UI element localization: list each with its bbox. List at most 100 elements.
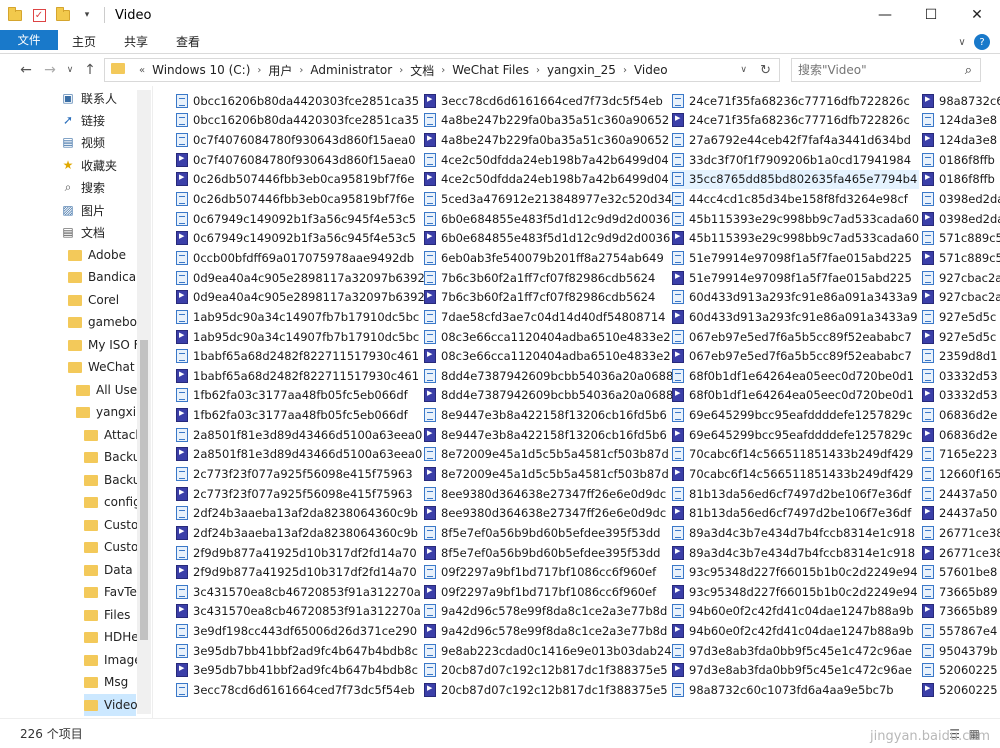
file-item[interactable]: 3c431570ea8cb46720853f91a312270a bbox=[174, 602, 425, 622]
file-item[interactable]: 89a3d4c3b7e434d7b4fccb8314e1c918 bbox=[670, 543, 919, 563]
file-item[interactable]: 9a42d96c578e99f8da8c1ce2a3e77b8d bbox=[422, 602, 673, 622]
file-item[interactable]: 98a8732c6 bbox=[920, 91, 1000, 111]
chevron-right-icon[interactable]: › bbox=[395, 65, 407, 76]
file-item[interactable]: 2c773f23f077a925f56098e415f75963 bbox=[174, 464, 425, 484]
search-box[interactable]: ⌕ bbox=[791, 58, 981, 82]
breadcrumb-wechat-files[interactable]: WeChat Files bbox=[449, 63, 532, 77]
minimize-button[interactable]: — bbox=[862, 0, 908, 30]
file-item[interactable]: 8ee9380d364638e27347ff26e6e0d9dc bbox=[422, 503, 673, 523]
file-item[interactable]: 927cbac2a bbox=[920, 287, 1000, 307]
file-item[interactable]: 927cbac2a bbox=[920, 268, 1000, 288]
file-item[interactable]: 3ecc78cd6d6161664ced7f73dc5f54eb bbox=[422, 91, 673, 111]
file-item[interactable]: 2f9d9b877a41925d10b317df2fd14a70 bbox=[174, 562, 425, 582]
file-item[interactable]: 24ce71f35fa68236c77716dfb722826c bbox=[670, 111, 919, 131]
nav-item-links[interactable]: ➚ 链接 bbox=[60, 109, 105, 131]
back-button[interactable]: ← bbox=[14, 58, 38, 82]
file-item[interactable]: 0c67949c149092b1f3a56c945f4e53c5 bbox=[174, 209, 425, 229]
breadcrumb-drive[interactable]: Windows 10 (C:) bbox=[149, 63, 253, 77]
file-item[interactable]: 26771ce38 bbox=[920, 523, 1000, 543]
breadcrumb-user[interactable]: yangxin_25 bbox=[544, 63, 619, 77]
chevron-right-icon[interactable]: › bbox=[532, 65, 544, 76]
file-item[interactable]: 8ee9380d364638e27347ff26e6e0d9dc bbox=[422, 484, 673, 504]
file-item[interactable]: 35cc8765dd85bd802635fa465e7794b4 bbox=[670, 169, 920, 190]
nav-item-folder[interactable]: gamebox bbox=[68, 311, 144, 333]
file-item[interactable]: 93c95348d227f66015b1b0c2d2249e94 bbox=[670, 562, 919, 582]
nav-item-folder[interactable]: Custor bbox=[84, 536, 143, 558]
file-item[interactable]: 3e95db7bb41bbf2ad9fc4b647b4bdb8c bbox=[174, 641, 425, 661]
file-item[interactable]: 70cabc6f14c566511851433b249df429 bbox=[670, 445, 919, 465]
nav-item-videos[interactable]: ▤ 视频 bbox=[60, 131, 105, 153]
file-item[interactable]: 1babf65a68d2482f822711517930c461 bbox=[174, 366, 425, 386]
nav-item-contacts[interactable]: ▣ 联系人 bbox=[60, 87, 117, 109]
nav-item-folder[interactable]: Custor bbox=[84, 514, 143, 536]
file-item[interactable]: 4ce2c50dfdda24eb198b7a42b6499d04 bbox=[422, 150, 673, 170]
file-item[interactable]: 8e9447e3b8a422158f13206cb16fd5b6 bbox=[422, 425, 673, 445]
file-item[interactable]: 9e8ab223cdad0c1416e9e013b03dab24 bbox=[422, 641, 673, 661]
file-item[interactable]: 69e645299bcc95eafddddefe1257829c bbox=[670, 425, 919, 445]
file-item[interactable]: 1fb62fa03c3177aa48fb05fc5eb066df bbox=[174, 386, 425, 406]
file-item[interactable]: 6eb0ab3fe540079b201ff8a2754ab649 bbox=[422, 248, 673, 268]
file-item[interactable]: 33dc3f70f1f7909206b1a0cd17941984 bbox=[670, 150, 919, 170]
file-item[interactable]: 0c26db507446fbb3eb0ca95819bf7f6e bbox=[174, 170, 425, 190]
file-item[interactable]: 73665b89 bbox=[920, 582, 1000, 602]
file-item[interactable]: 20cb87d07c192c12b817dc1f388375e5 bbox=[422, 680, 673, 700]
file-item[interactable]: 2a8501f81e3d89d43466d5100a63eea0 bbox=[174, 425, 425, 445]
nav-item-folder[interactable]: Image bbox=[84, 649, 142, 671]
nav-scrollbar-thumb[interactable] bbox=[140, 340, 148, 640]
file-item[interactable]: 08c3e66cca1120404adba6510e4833e2 bbox=[422, 327, 673, 347]
file-item[interactable]: 1babf65a68d2482f822711517930c461 bbox=[174, 346, 425, 366]
nav-item-folder[interactable]: Msg bbox=[84, 671, 128, 693]
file-item[interactable]: 6b0e684855e483f5d1d12c9d9d2d0036 bbox=[422, 209, 673, 229]
chevron-right-icon[interactable]: › bbox=[437, 65, 449, 76]
file-item[interactable]: 2359d8d1 bbox=[920, 346, 1000, 366]
nav-item-folder[interactable]: config bbox=[84, 491, 141, 513]
file-item[interactable]: 3c431570ea8cb46720853f91a312270a bbox=[174, 582, 425, 602]
file-item[interactable]: 51e79914e97098f1a5f7fae015abd225 bbox=[670, 268, 919, 288]
file-item[interactable]: 69e645299bcc95eafddddefe1257829c bbox=[670, 405, 919, 425]
file-item[interactable]: 44cc4cd1c85d34be158f8fd3264e98cf bbox=[670, 189, 919, 209]
file-item[interactable]: 557867e4 bbox=[920, 621, 1000, 641]
file-item[interactable]: 24ce71f35fa68236c77716dfb722826c bbox=[670, 91, 919, 111]
new-folder-icon[interactable] bbox=[54, 6, 72, 24]
file-item[interactable]: 0398ed2da bbox=[920, 209, 1000, 229]
file-item[interactable]: 2f9d9b877a41925d10b317df2fd14a70 bbox=[174, 543, 425, 563]
file-item[interactable]: 0c67949c149092b1f3a56c945f4e53c5 bbox=[174, 228, 425, 248]
file-item[interactable]: 06836d2e bbox=[920, 405, 1000, 425]
file-item[interactable]: 8f5e7ef0a56b9bd60b5efdee395f53dd bbox=[422, 543, 673, 563]
file-item[interactable]: 2c773f23f077a925f56098e415f75963 bbox=[174, 484, 425, 504]
nav-item-folder[interactable]: My ISO F bbox=[68, 334, 141, 356]
file-item[interactable]: 4a8be247b229fa0ba35a51c360a90652 bbox=[422, 111, 673, 131]
properties-icon[interactable]: ✓ bbox=[30, 6, 48, 24]
search-input[interactable] bbox=[798, 63, 958, 77]
file-item[interactable]: 09f2297a9bf1bd717bf1086cc6f960ef bbox=[422, 582, 673, 602]
file-item[interactable]: 2df24b3aaeba13af2da8238064360c9b bbox=[174, 503, 425, 523]
file-item[interactable]: 7b6c3b60f2a1ff7cf07f82986cdb5624 bbox=[422, 287, 673, 307]
file-item[interactable]: 03332d53 bbox=[920, 386, 1000, 406]
file-item[interactable]: 1ab95dc90a34c14907fb7b17910dc5bc bbox=[174, 307, 425, 327]
file-item[interactable]: 68f0b1df1e64264ea05eec0d720be0d1 bbox=[670, 366, 919, 386]
file-item[interactable]: 98a8732c60c1073fd6a4aa9e5bc7b bbox=[670, 680, 919, 700]
file-item[interactable]: 3ecc78cd6d6161664ced7f73dc5f54eb bbox=[174, 680, 425, 700]
file-item[interactable]: 8f5e7ef0a56b9bd60b5efdee395f53dd bbox=[422, 523, 673, 543]
file-item[interactable]: 571c889c5 bbox=[920, 248, 1000, 268]
file-item[interactable]: 0c26db507446fbb3eb0ca95819bf7f6e bbox=[174, 189, 425, 209]
file-item[interactable]: 8e72009e45a1d5c5b5a4581cf503b87d bbox=[422, 445, 673, 465]
file-item[interactable]: 60d433d913a293fc91e86a091a3433a9 bbox=[670, 307, 919, 327]
file-item[interactable]: 0d9ea40a4c905e2898117a32097b6392 bbox=[174, 268, 425, 288]
file-item[interactable]: 26771ce38 bbox=[920, 543, 1000, 563]
file-item[interactable]: 571c889c5 bbox=[920, 228, 1000, 248]
file-item[interactable]: 94b60e0f2c42fd41c04dae1247b88a9b bbox=[670, 602, 919, 622]
file-item[interactable]: 067eb97e5ed7f6a5b5cc89f52eababc7 bbox=[670, 346, 919, 366]
file-item[interactable]: 7b6c3b60f2a1ff7cf07f82986cdb5624 bbox=[422, 268, 673, 288]
file-item[interactable]: 45b115393e29c998bb9c7ad533cada60 bbox=[670, 209, 919, 229]
chevron-right-icon[interactable]: › bbox=[619, 65, 631, 76]
breadcrumb-users[interactable]: 用户 bbox=[265, 62, 295, 79]
file-item[interactable]: 57601be8 bbox=[920, 562, 1000, 582]
file-item[interactable]: 1fb62fa03c3177aa48fb05fc5eb066df bbox=[174, 405, 425, 425]
refresh-icon[interactable]: ↻ bbox=[760, 63, 771, 78]
nav-item-folder-selected[interactable]: Video bbox=[84, 694, 138, 716]
file-item[interactable]: 68f0b1df1e64264ea05eec0d720be0d1 bbox=[670, 386, 919, 406]
file-item[interactable]: 45b115393e29c998bb9c7ad533cada60 bbox=[670, 228, 919, 248]
file-item[interactable]: 927e5d5c bbox=[920, 327, 1000, 347]
nav-item-folder[interactable]: Adobe bbox=[68, 244, 126, 266]
